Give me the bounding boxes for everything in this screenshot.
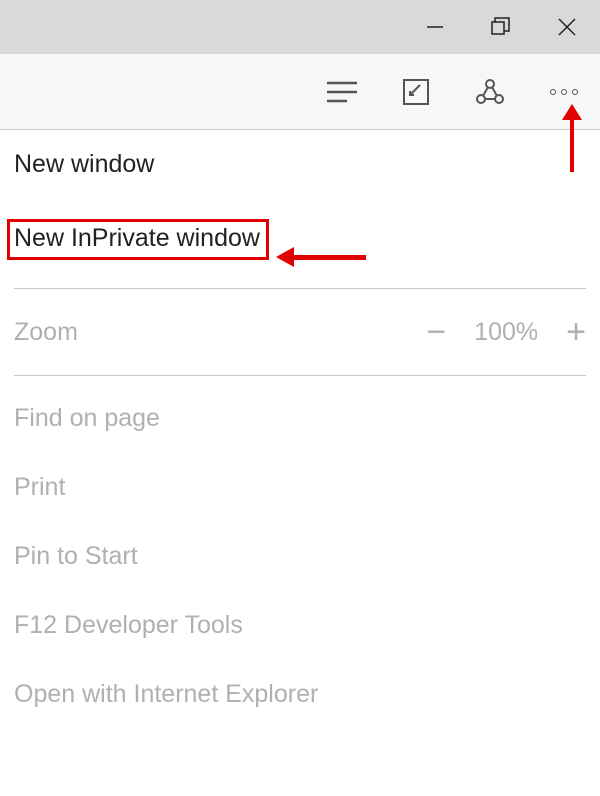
minimize-button[interactable] <box>402 0 468 54</box>
menu-item-dev-tools[interactable]: F12 Developer Tools <box>0 591 600 660</box>
close-button[interactable] <box>534 0 600 54</box>
browser-toolbar <box>0 54 600 130</box>
close-icon <box>558 18 576 36</box>
menu-item-new-window[interactable]: New window <box>0 130 600 199</box>
share-icon <box>475 77 505 107</box>
window-titlebar <box>0 0 600 54</box>
reading-list-button[interactable] <box>320 70 364 114</box>
zoom-in-button[interactable]: + <box>566 315 586 349</box>
share-button[interactable] <box>468 70 512 114</box>
maximize-icon <box>491 17 511 37</box>
web-note-button[interactable] <box>394 70 438 114</box>
maximize-button[interactable] <box>468 0 534 54</box>
minimize-icon <box>427 19 443 35</box>
menu-item-find-on-page[interactable]: Find on page <box>0 384 600 453</box>
menu-divider <box>14 288 586 289</box>
menu-divider <box>14 375 586 376</box>
menu-item-zoom: Zoom − 100% + <box>0 297 600 367</box>
menu-item-new-inprivate-label: New InPrivate window <box>7 219 269 260</box>
menu-item-open-ie[interactable]: Open with Internet Explorer <box>0 660 600 729</box>
menu-item-new-inprivate[interactable]: New InPrivate window <box>0 199 600 280</box>
annotation-arrow-up <box>562 104 582 172</box>
more-icon <box>549 88 579 96</box>
zoom-controls: − 100% + <box>426 315 586 349</box>
annotation-arrow-left <box>276 247 366 267</box>
menu-item-pin-to-start[interactable]: Pin to Start <box>0 522 600 591</box>
zoom-out-button[interactable]: − <box>426 315 446 349</box>
reading-list-icon <box>327 80 357 104</box>
menu-item-print[interactable]: Print <box>0 453 600 522</box>
zoom-label: Zoom <box>14 318 78 347</box>
more-menu: New window New InPrivate window Zoom − 1… <box>0 130 600 729</box>
zoom-value: 100% <box>474 318 538 347</box>
web-note-icon <box>402 78 430 106</box>
